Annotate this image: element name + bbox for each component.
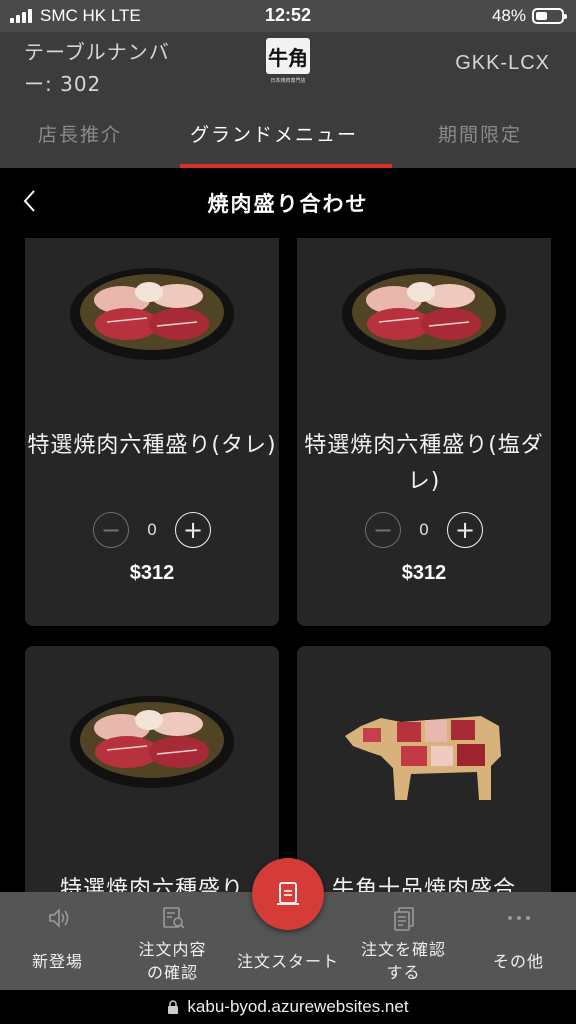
battery-icon — [532, 8, 567, 24]
status-bar: SMC HK LTE 12:52 48% — [0, 0, 576, 32]
nav-label: 注文内容の確認 — [138, 940, 207, 982]
tab-grand-menu[interactable]: グランドメニュー — [190, 120, 358, 147]
menu-tabs: 店長推介 グランドメニュー 期間限定 — [0, 112, 576, 168]
increase-button[interactable]: + — [175, 512, 211, 548]
nav-label: その他 — [492, 952, 544, 971]
decrease-button[interactable]: − — [365, 512, 401, 548]
item-name: 牛角十品焼肉盛合 — [331, 877, 516, 892]
documents-icon — [393, 907, 414, 931]
item-name: 特選焼肉六種盛り — [59, 877, 244, 892]
item-price: $312 — [129, 562, 175, 584]
order-start-button[interactable] — [252, 858, 324, 930]
battery-percent: 48% — [491, 6, 526, 25]
device-code: GKK-LCX — [455, 52, 550, 74]
table-number: テーブルナンバー: 302 — [24, 40, 170, 96]
lock-icon — [168, 1000, 179, 1014]
clock: 12:52 — [264, 5, 312, 25]
menu-item-card[interactable]: 牛角十品焼肉盛合 — [297, 646, 551, 892]
item-price: $312 — [401, 562, 447, 584]
nav-label: 新登場 — [31, 952, 83, 971]
plus-icon: + — [182, 516, 204, 544]
order-search-icon — [162, 907, 185, 929]
quantity-value: 0 — [418, 520, 430, 539]
more-icon — [507, 916, 530, 920]
minus-icon: − — [100, 516, 122, 544]
menu-grid: 特選焼肉六種盛り(タレ) − 0 + $312 特選焼肉六種盛り(塩ダレ) − … — [0, 238, 576, 892]
nav-confirm-order[interactable]: 注文を確認する — [346, 892, 461, 990]
minus-icon: − — [372, 516, 394, 544]
menu-item-card[interactable]: 特選焼肉六種盛り(タレ) − 0 + $312 — [25, 238, 279, 626]
url-text: kabu-byod.azurewebsites.net — [187, 997, 409, 1016]
quantity-stepper: − 0 + — [297, 510, 551, 550]
logo-subtext: 日本焼肉専門店 — [270, 78, 306, 84]
plus-icon: + — [454, 516, 476, 544]
increase-button[interactable]: + — [447, 512, 483, 548]
app-header: テーブルナンバー: 302 牛角 日本焼肉専門店 GKK-LCX 店長推介 グラ… — [0, 32, 576, 168]
cow-board-platter-image — [345, 716, 501, 800]
meat-platter-image — [342, 268, 506, 360]
category-title: 焼肉盛り合わせ — [207, 192, 369, 216]
decrease-button[interactable]: − — [93, 512, 129, 548]
tab-limited-time[interactable]: 期間限定 — [438, 120, 522, 147]
nav-label: 注文スタート — [236, 952, 339, 971]
item-name: 特選焼肉六種盛り(タレ) — [27, 433, 277, 458]
meat-platter-image — [70, 696, 234, 788]
category-bar: 焼肉盛り合わせ — [0, 168, 576, 238]
browser-url-bar[interactable]: kabu-byod.azurewebsites.net — [0, 990, 576, 1024]
quantity-value: 0 — [146, 520, 158, 539]
tab-manager-recommend[interactable]: 店長推介 — [38, 120, 122, 147]
nav-label: 注文を確認する — [360, 940, 446, 982]
nav-more[interactable]: その他 — [461, 892, 576, 990]
nav-new-arrivals[interactable]: 新登場 — [0, 892, 115, 990]
logo-mark: 牛角 — [266, 38, 310, 74]
speaker-icon — [48, 908, 68, 928]
menu-item-card[interactable]: 特選焼肉六種盛り — [25, 646, 279, 892]
item-name: 特選焼肉六種盛り(塩ダレ) — [304, 433, 544, 494]
nav-order-contents[interactable]: 注文内容の確認 — [115, 892, 230, 990]
brand-logo: 牛角 日本焼肉専門店 — [264, 38, 312, 96]
meat-platter-image — [70, 268, 234, 360]
order-start-icon — [277, 882, 299, 905]
quantity-stepper: − 0 + — [25, 510, 279, 550]
menu-item-card[interactable]: 特選焼肉六種盛り(塩ダレ) − 0 + $312 — [297, 238, 551, 626]
